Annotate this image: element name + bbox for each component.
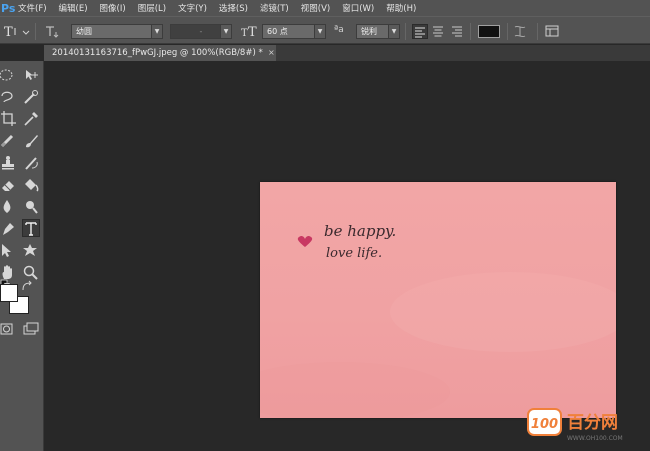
brush-tool-icon[interactable] <box>22 132 40 150</box>
menu-image[interactable]: 图像(I) <box>100 2 126 14</box>
image-artwork: be happy. love life. <box>230 222 630 422</box>
watermark-logo: 100 百分网 WWW.OH100.COM <box>527 407 650 447</box>
menu-edit[interactable]: 编辑(E) <box>59 2 88 14</box>
anti-alias-select[interactable]: 锐利 ▼ <box>356 24 400 39</box>
align-right-icon <box>452 26 462 37</box>
text-orientation-toggle[interactable] <box>44 23 60 39</box>
align-left-button[interactable] <box>412 24 428 39</box>
align-right-button[interactable] <box>450 24 466 39</box>
font-size-icon: TT <box>240 23 258 40</box>
svg-text:T: T <box>248 25 257 39</box>
svg-text:T: T <box>4 25 13 39</box>
screen-mode-icon[interactable] <box>22 321 40 339</box>
watermark-badge: 100 <box>531 417 558 432</box>
marquee-tool-icon[interactable] <box>0 66 18 84</box>
warp-text-button[interactable] <box>512 23 528 39</box>
close-tab-icon[interactable]: × <box>268 45 275 61</box>
handwriting-line-1: be happy. <box>324 222 396 240</box>
app-logo: Ps <box>1 1 16 15</box>
clone-stamp-tool-icon[interactable] <box>0 154 18 172</box>
document-tab[interactable]: 20140131163716_fPwGJ.jpeg @ 100%(RGB/8#)… <box>44 45 276 61</box>
lasso-tool-icon[interactable] <box>0 88 18 106</box>
quick-mask-icon[interactable] <box>0 321 18 339</box>
warp-text-icon <box>514 25 526 38</box>
pen-tool-icon[interactable] <box>0 220 18 238</box>
eraser-tool-icon[interactable] <box>0 176 18 194</box>
tools-panel <box>0 61 44 451</box>
horizontal-type-tool-icon[interactable] <box>22 219 40 237</box>
history-brush-tool-icon[interactable] <box>22 154 40 172</box>
canvas-area[interactable]: be happy. love life. <box>45 61 650 451</box>
document-tab-bar: 20140131163716_fPwGJ.jpeg @ 100%(RGB/8#)… <box>44 45 650 61</box>
font-size-select[interactable]: 60 点 ▼ <box>262 24 326 39</box>
character-panel-icon <box>545 25 559 37</box>
menu-filter[interactable]: 滤镜(T) <box>260 2 289 14</box>
watermark-text: 百分网 <box>567 413 618 433</box>
text-color-swatch[interactable] <box>478 25 500 38</box>
custom-shape-tool-icon[interactable] <box>22 242 40 260</box>
menu-view[interactable]: 视图(V) <box>301 2 330 14</box>
document-image[interactable]: be happy. love life. <box>230 182 630 422</box>
watermark-subtext: WWW.OH100.COM <box>567 435 623 442</box>
chevron-down-icon: ▼ <box>220 25 231 38</box>
swap-colors-icon[interactable] <box>20 280 34 292</box>
menu-layer[interactable]: 图层(L) <box>138 2 166 14</box>
separator <box>470 23 471 40</box>
paint-bucket-tool-icon[interactable] <box>22 176 40 194</box>
separator <box>405 23 406 40</box>
handwriting-line-2: love life. <box>326 246 382 261</box>
type-tool-icon: T <box>4 25 30 40</box>
healing-brush-tool-icon[interactable] <box>0 132 18 150</box>
menu-window[interactable]: 窗口(W) <box>342 2 374 14</box>
anti-alias-value: 锐利 <box>361 27 377 36</box>
menu-bar: Ps 文件(F) 编辑(E) 图像(I) 图层(L) 文字(Y) 选择(S) 滤… <box>0 0 650 16</box>
font-style-select[interactable]: - ▼ <box>170 24 232 39</box>
separator <box>507 23 508 40</box>
font-style-value: - <box>199 27 203 36</box>
tool-preset-picker[interactable]: T <box>3 23 31 40</box>
foreground-color-swatch[interactable] <box>0 284 18 302</box>
svg-text:T: T <box>241 28 248 39</box>
eyedropper-tool-icon[interactable] <box>22 110 40 128</box>
text-orientation-icon <box>46 26 59 38</box>
chevron-down-icon: ▼ <box>314 25 325 38</box>
dodge-tool-icon[interactable] <box>22 198 40 216</box>
path-selection-tool-icon[interactable] <box>0 242 18 260</box>
heart-icon <box>297 235 313 247</box>
move-tool-icon[interactable] <box>22 66 40 84</box>
character-panel-button[interactable] <box>544 23 560 39</box>
chevron-down-icon: ▼ <box>151 25 162 38</box>
align-center-button[interactable] <box>431 24 447 39</box>
menu-type[interactable]: 文字(Y) <box>178 2 207 14</box>
crop-tool-icon[interactable] <box>0 110 18 128</box>
menu-file[interactable]: 文件(F) <box>18 2 47 14</box>
menu-help[interactable]: 帮助(H) <box>386 2 416 14</box>
separator <box>35 23 36 40</box>
font-family-value: 幼圆 <box>76 27 92 36</box>
chevron-down-icon: ▼ <box>388 25 399 38</box>
anti-alias-icon: ªa <box>334 25 344 35</box>
menu-select[interactable]: 选择(S) <box>219 2 248 14</box>
quick-select-tool-icon[interactable] <box>22 88 40 106</box>
align-left-icon <box>415 27 425 38</box>
separator <box>537 23 538 40</box>
blur-tool-icon[interactable] <box>0 198 18 216</box>
document-tab-title: 20140131163716_fPwGJ.jpeg @ 100%(RGB/8#)… <box>52 48 263 58</box>
align-center-icon <box>433 26 443 37</box>
options-bar: T 幼圆 ▼ - ▼ TT 60 点 ▼ ªa 锐利 ▼ <box>0 16 650 44</box>
font-family-select[interactable]: 幼圆 ▼ <box>71 24 163 39</box>
font-size-value: 60 点 <box>267 27 288 36</box>
